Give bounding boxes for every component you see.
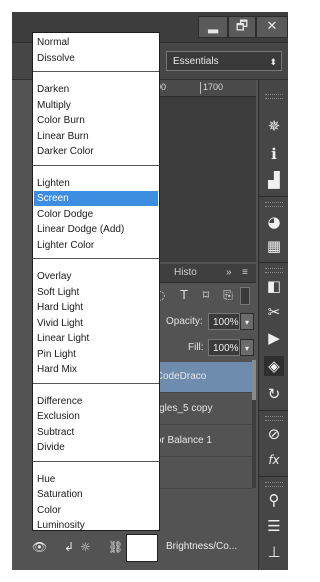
menu-item-difference[interactable]: Difference (34, 394, 158, 409)
fill-field[interactable]: 100% (208, 339, 240, 356)
scrollbar-thumb[interactable] (252, 360, 256, 400)
menu-item-color[interactable]: Color (34, 503, 158, 518)
divider (259, 196, 288, 197)
menu-separator (33, 164, 159, 166)
menu-item-overlay[interactable]: Overlay (34, 269, 158, 284)
opacity-label: Opacity: (166, 316, 203, 327)
opacity-row: Opacity: 100% ▾ (146, 310, 256, 334)
properties-icon[interactable]: ⊥ (264, 542, 284, 562)
shape-filter-icon[interactable]: ⌑ (198, 287, 214, 303)
menu-item-subtract[interactable]: Subtract (34, 425, 158, 440)
fill-label: Fill: (188, 342, 204, 353)
dock-grip[interactable] (265, 416, 283, 421)
layers-scrollbar[interactable] (252, 360, 256, 488)
menu-item-normal[interactable]: Normal (34, 35, 158, 50)
right-dock: ✵ ℹ ▟ ◕ ▦ ◧ ✂ ▶ ◈ ↻ ⊘ fx ⚲ ☰ ⊥ (258, 80, 288, 570)
menu-item-linear-burn[interactable]: Linear Burn (34, 129, 158, 144)
histogram-icon[interactable]: ▟ (264, 170, 284, 190)
divider (259, 262, 288, 263)
ruler-tick: 1700 (200, 82, 223, 94)
menu-item-hard-mix[interactable]: Hard Mix (34, 362, 158, 377)
dock-grip[interactable] (265, 202, 283, 207)
photoshop-window: ▂ 🗗 ✕ Essentials ⬍ 600 1700 Histo » ≡ ◌ … (12, 12, 288, 570)
layer-row-brightness[interactable]: 👁 ↲ ☼ ⛓ Brightness/Co... (26, 531, 288, 563)
menu-item-soft-light[interactable]: Soft Light (34, 285, 158, 300)
menu-item-darker-color[interactable]: Darker Color (34, 144, 158, 159)
link-icon[interactable]: ⛓ (108, 539, 123, 555)
opacity-field[interactable]: 100% (208, 313, 240, 330)
dock-grip[interactable] (265, 94, 283, 99)
menu-item-luminosity[interactable]: Luminosity (34, 518, 158, 533)
menu-item-hue[interactable]: Hue (34, 472, 158, 487)
layers-icon[interactable]: ◈ (264, 356, 284, 376)
history-icon[interactable]: ↻ (264, 384, 284, 404)
restore-button[interactable]: 🗗 (228, 16, 256, 38)
menu-item-darken[interactable]: Darken (34, 82, 158, 97)
layer-mask-thumbnail[interactable] (126, 534, 158, 562)
eye-icon[interactable]: 👁 (32, 539, 47, 555)
color-palette-icon[interactable]: ◕ (264, 212, 284, 232)
menu-item-exclusion[interactable]: Exclusion (34, 409, 158, 424)
dock-grip[interactable] (265, 268, 283, 273)
tab-overflow[interactable]: » (226, 264, 232, 282)
menu-item-lighten[interactable]: Lighten (34, 176, 158, 191)
fill-row: Fill: 100% ▾ (146, 336, 256, 360)
opacity-dropdown[interactable]: ▾ (240, 313, 254, 330)
brightness-icon: ☼ (80, 540, 91, 554)
clip-arrow-icon: ↲ (64, 540, 75, 554)
navigator-icon[interactable]: ✵ (264, 116, 284, 136)
panel-tabstrip: Histo » ≡ (146, 264, 256, 283)
workspace-switcher[interactable]: Essentials ⬍ (166, 51, 282, 71)
sliders-icon[interactable]: ☰ (264, 516, 284, 536)
menu-item-color-burn[interactable]: Color Burn (34, 113, 158, 128)
minimize-button[interactable]: ▂ (198, 16, 228, 38)
menu-item-vivid-light[interactable]: Vivid Light (34, 316, 158, 331)
layer-row[interactable]: angles_5 copy (146, 394, 252, 425)
divider (259, 410, 288, 411)
layers-panel: Histo » ≡ ◌ T ⌑ ⎘ Opacity: 100% ▾ Fill: … (146, 264, 256, 570)
chevron-updown-icon: ⬍ (269, 57, 277, 67)
menu-item-lighter-color[interactable]: Lighter Color (34, 238, 158, 253)
workspace-label: Essentials (173, 56, 219, 67)
blend-mode-dropdown[interactable]: Normal Dissolve Darken Multiply Color Burn Li… (32, 32, 160, 531)
layer-row[interactable] (146, 458, 252, 489)
menu-item-screen[interactable]: Screen (34, 191, 158, 206)
menu-item-saturation[interactable]: Saturation (34, 487, 158, 502)
horizontal-ruler: 600 1700 (146, 80, 256, 97)
info-icon[interactable]: ℹ (264, 144, 284, 164)
menu-item-color-dodge[interactable]: Color Dodge (34, 207, 158, 222)
tools-cross-icon[interactable]: ✂ (264, 302, 284, 322)
menu-item-divide[interactable]: Divide (34, 440, 158, 455)
dock-grip[interactable] (265, 482, 283, 487)
document-canvas[interactable]: 600 1700 (146, 80, 256, 262)
divider (259, 476, 288, 477)
menu-item-multiply[interactable]: Multiply (34, 98, 158, 113)
filter-toggle[interactable] (240, 287, 250, 305)
panel-menu-icon[interactable]: ≡ (242, 264, 248, 282)
layer-name: Brightness/Co... (166, 541, 238, 552)
menu-separator (33, 382, 159, 384)
menu-item-dissolve[interactable]: Dissolve (34, 51, 158, 66)
layer-row[interactable]: y CodeDraco (146, 362, 252, 393)
menu-item-linear-light[interactable]: Linear Light (34, 331, 158, 346)
brush-icon[interactable]: ⊘ (264, 424, 284, 444)
type-filter-icon[interactable]: T (176, 287, 192, 303)
close-button[interactable]: ✕ (256, 16, 288, 38)
menu-item-pin-light[interactable]: Pin Light (34, 347, 158, 362)
menu-separator (33, 71, 159, 72)
tab-histogram[interactable]: Histo (174, 264, 197, 282)
layer-row[interactable]: olor Balance 1 (146, 426, 252, 457)
channels-icon[interactable]: ◧ (264, 276, 284, 296)
menu-separator (33, 258, 159, 259)
smart-object-filter-icon[interactable]: ⎘ (220, 287, 236, 303)
menu-separator (33, 460, 159, 462)
fill-dropdown[interactable]: ▾ (240, 339, 254, 356)
fx-icon[interactable]: fx (264, 450, 284, 470)
menu-item-hard-light[interactable]: Hard Light (34, 300, 158, 315)
adjustments-icon[interactable]: ⚲ (264, 490, 284, 510)
menu-item-linear-dodge-add[interactable]: Linear Dodge (Add) (34, 222, 158, 237)
play-icon[interactable]: ▶ (264, 328, 284, 348)
swatches-grid-icon[interactable]: ▦ (264, 236, 284, 256)
layer-filter-row: ◌ T ⌑ ⎘ (146, 284, 256, 308)
